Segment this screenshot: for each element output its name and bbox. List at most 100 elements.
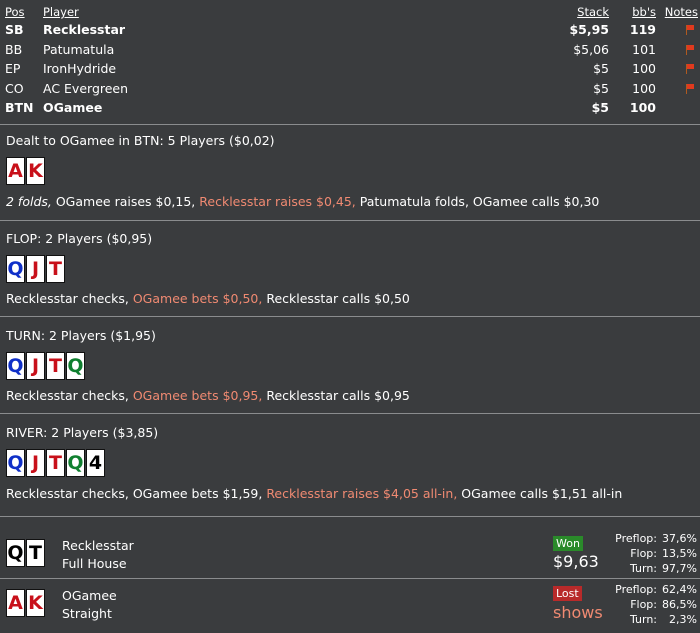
col-header-player[interactable]: Player [43, 4, 79, 20]
equity-value: 62,4% [662, 583, 697, 596]
note-flag-icon[interactable] [685, 25, 695, 35]
playing-card: K [26, 589, 45, 617]
action-text: Recklesstar raises $0,45, [199, 194, 356, 209]
lost-badge: Lost [553, 586, 582, 601]
player-bb: 101 [632, 41, 656, 57]
playing-card: Q [66, 352, 85, 380]
player-bb: 100 [632, 80, 656, 96]
action-text: Recklesstar calls $0,95 [262, 388, 410, 403]
playing-card: J [26, 352, 45, 380]
player-bb: 100 [629, 100, 656, 116]
playing-card: Q [66, 449, 85, 477]
playing-card: A [6, 589, 25, 617]
action-text: 2 folds, [6, 194, 52, 209]
player-position: BTN [5, 100, 34, 116]
preflop-cards: AK [6, 157, 45, 185]
player-name: Patumatula [43, 41, 115, 57]
playing-card: J [26, 449, 45, 477]
action-text: Recklesstar checks, [6, 291, 133, 306]
equity-row: Preflop: 37,6% [600, 531, 697, 546]
equity-value: 97,7% [662, 562, 697, 575]
playing-card: Q [6, 539, 25, 567]
divider [0, 516, 700, 517]
player-row[interactable]: SB Recklesstar $5,95 119 [0, 20, 700, 40]
equity-stats: Preflop: 62,4% Flop: 86,5% Turn: 2,3% [600, 582, 697, 627]
shows-label: shows [553, 603, 603, 622]
result-player-name: Recklesstar [62, 538, 134, 553]
won-amount: $9,63 [553, 552, 599, 571]
action-text: Patumatula folds, OGamee calls $0,30 [355, 194, 600, 209]
flop-cards: QJT [6, 255, 65, 283]
result-hand-rank: Full House [62, 556, 127, 571]
river-cards: QJTQ4 [6, 449, 105, 477]
players-table-header: Pos Player Stack bb's Notes [0, 4, 700, 20]
equity-label: Flop: [630, 547, 657, 560]
divider [0, 220, 700, 221]
player-position: SB [5, 22, 24, 37]
divider [0, 413, 700, 414]
equity-label: Turn: [629, 562, 657, 575]
river-actions: Recklesstar checks, OGamee bets $1,59, R… [6, 486, 622, 501]
equity-label: Preflop: [615, 583, 657, 596]
player-row[interactable]: CO AC Evergreen $5 100 [0, 79, 700, 99]
player-stack: $5,06 [573, 41, 609, 57]
player-position: BB [5, 41, 23, 57]
col-header-stack[interactable]: Stack [577, 4, 609, 20]
result-player-name: OGamee [62, 588, 117, 603]
col-header-notes[interactable]: Notes [665, 4, 698, 20]
playing-card: T [26, 539, 45, 567]
playing-card: Q [6, 255, 25, 283]
equity-label: Flop: [630, 598, 657, 611]
player-bb: 119 [629, 22, 656, 37]
equity-row: Flop: 86,5% [600, 597, 697, 612]
action-text: Recklesstar raises $4,05 all-in, [266, 486, 458, 501]
action-text: Recklesstar calls $0,50 [262, 291, 410, 306]
preflop-title: Dealt to OGamee in BTN: 5 Players ($0,02… [6, 133, 275, 148]
note-flag-icon[interactable] [685, 83, 695, 94]
col-header-bb[interactable]: bb's [632, 4, 656, 20]
playing-card: T [46, 255, 65, 283]
equity-value: 2,3% [669, 613, 697, 626]
action-text: OGamee raises $0,15, [51, 194, 200, 209]
action-text: OGamee bets $0,50, [132, 291, 263, 306]
equity-value: 37,6% [662, 532, 697, 545]
playing-card: 4 [86, 449, 105, 477]
col-header-pos[interactable]: Pos [5, 4, 25, 20]
playing-card: J [26, 255, 45, 283]
player-stack: $5 [593, 61, 609, 77]
playing-card: T [46, 449, 65, 477]
divider [0, 316, 700, 317]
flop-actions: Recklesstar checks, OGamee bets $0,50, R… [6, 291, 410, 306]
divider [0, 578, 700, 579]
equity-row: Turn: 2,3% [600, 612, 697, 627]
equity-value: 86,5% [662, 598, 697, 611]
equity-row: Flop: 13,5% [600, 546, 697, 561]
player-row[interactable]: EP IronHydride $5 100 [0, 59, 700, 79]
playing-card: K [26, 157, 45, 185]
equity-row: Turn: 97,7% [600, 561, 697, 576]
note-flag-icon[interactable] [685, 64, 695, 75]
playing-card: Q [6, 449, 25, 477]
divider [0, 124, 700, 125]
result-hole-cards: AK [6, 589, 45, 617]
player-name: Recklesstar [43, 22, 126, 37]
player-stack: $5 [593, 80, 609, 96]
preflop-actions: 2 folds, OGamee raises $0,15, Recklessta… [6, 194, 599, 209]
player-row[interactable]: BB Patumatula $5,06 101 [0, 40, 700, 60]
player-stack: $5,95 [569, 22, 609, 37]
won-badge: Won [553, 536, 583, 551]
note-flag-icon[interactable] [685, 44, 695, 55]
player-row[interactable]: BTN OGamee $5 100 [0, 98, 700, 118]
player-stack: $5 [591, 100, 609, 116]
river-title: RIVER: 2 Players ($3,85) [6, 425, 159, 440]
action-text: Recklesstar checks, [6, 388, 133, 403]
equity-label: Preflop: [615, 532, 657, 545]
action-text: OGamee bets $0,95, [132, 388, 263, 403]
turn-cards: QJTQ [6, 352, 85, 380]
turn-title: TURN: 2 Players ($1,95) [6, 328, 156, 343]
playing-card: Q [6, 352, 25, 380]
equity-label: Turn: [629, 613, 657, 626]
hand-history-panel: Pos Player Stack bb's Notes SB Recklessta… [0, 0, 700, 633]
result-hand-rank: Straight [62, 606, 112, 621]
equity-stats: Preflop: 37,6% Flop: 13,5% Turn: 97,7% [600, 531, 697, 576]
